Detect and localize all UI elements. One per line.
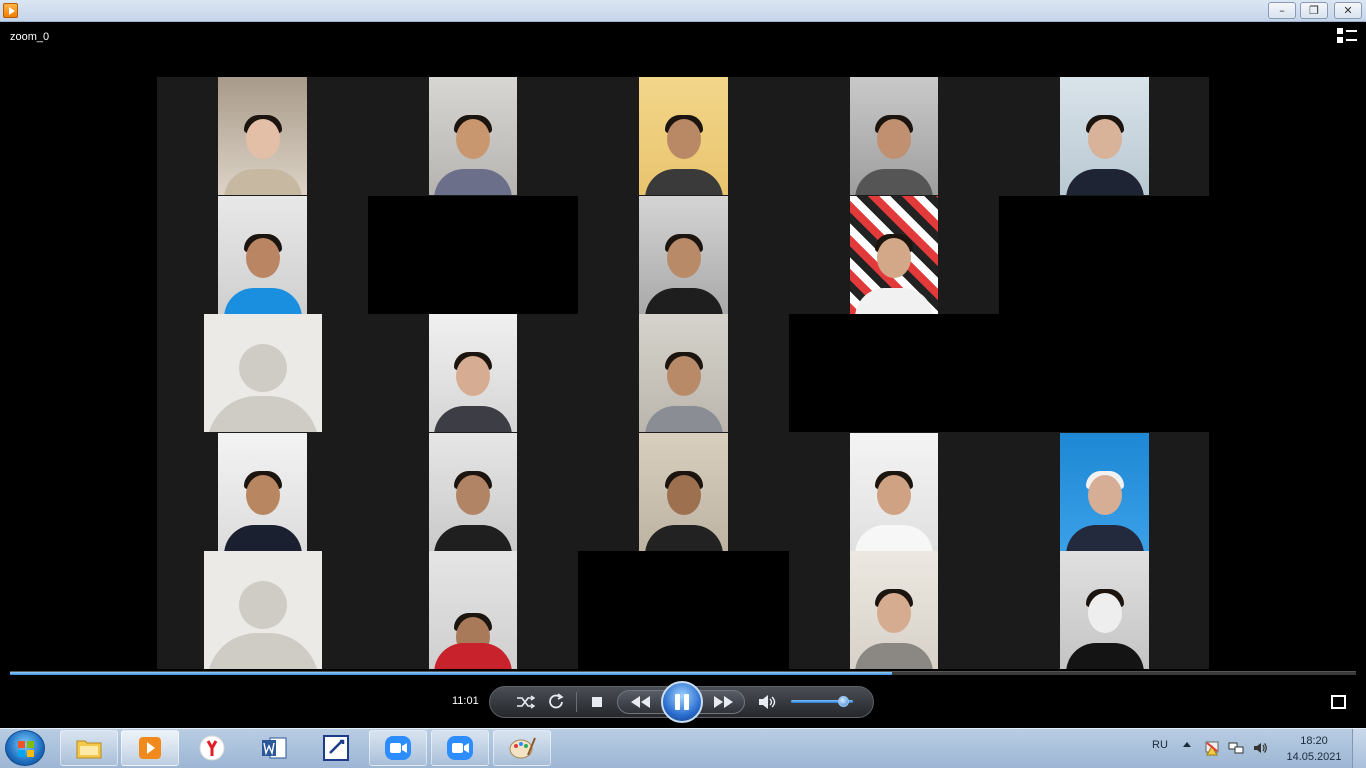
participant-video xyxy=(850,196,938,314)
pause-button[interactable] xyxy=(661,681,703,723)
taskbar-yandex-browser[interactable] xyxy=(183,730,241,766)
participant-video xyxy=(639,77,728,195)
show-hidden-icons-icon[interactable] xyxy=(1183,742,1191,747)
empty-video-area xyxy=(999,196,1209,314)
clock-time: 18:20 xyxy=(1300,735,1328,747)
shuffle-icon[interactable] xyxy=(514,692,536,712)
repeat-icon[interactable] xyxy=(545,692,567,712)
avatar-head xyxy=(239,344,287,392)
participant-video xyxy=(639,314,728,432)
participant-avatar-placeholder xyxy=(204,314,322,432)
fullscreen-icon[interactable] xyxy=(1331,695,1346,709)
media-player-icon xyxy=(3,3,18,18)
paint-palette-icon xyxy=(509,737,536,759)
avatar-head xyxy=(239,581,287,629)
seek-bar-progress xyxy=(10,672,892,675)
taskbar-media-player[interactable] xyxy=(121,730,179,766)
stop-button[interactable] xyxy=(586,692,608,712)
participant-video xyxy=(218,77,307,195)
phone-app-icon xyxy=(323,735,349,761)
fast-forward-button[interactable] xyxy=(711,692,733,712)
folder-icon xyxy=(76,740,102,759)
participant-video xyxy=(850,77,938,195)
avatar-body xyxy=(207,396,319,432)
participant-video xyxy=(1060,433,1149,551)
taskbar-zoom[interactable] xyxy=(369,730,427,766)
pause-icon xyxy=(675,694,680,710)
empty-video-area xyxy=(789,314,1209,432)
participant-video xyxy=(218,433,307,551)
input-language[interactable]: RU xyxy=(1152,739,1168,751)
start-button[interactable] xyxy=(5,730,45,766)
participant-video xyxy=(1060,77,1149,195)
rewind-button[interactable] xyxy=(627,692,650,712)
window-titlebar[interactable]: – ❐ ✕ xyxy=(0,0,1366,22)
current-time: 11:01 xyxy=(452,695,479,707)
taskbar-app-blue[interactable] xyxy=(307,730,365,766)
participant-video xyxy=(639,433,728,551)
empty-video-area xyxy=(578,551,789,669)
action-center-warning-icon[interactable] xyxy=(1204,740,1220,756)
avatar-body xyxy=(207,633,319,669)
seek-bar[interactable] xyxy=(10,671,1356,675)
system-clock[interactable]: 18:20 14.05.2021 xyxy=(1282,733,1346,765)
pause-icon xyxy=(684,694,689,710)
zoom-icon xyxy=(447,736,473,760)
media-player-window: – ❐ ✕ zoom_0 11:01 RU 18:20 14.05.2021 xyxy=(0,0,1366,768)
network-icon[interactable] xyxy=(1228,740,1244,756)
yandex-browser-icon xyxy=(199,735,225,761)
taskbar-file-explorer[interactable] xyxy=(60,730,118,766)
participant-video xyxy=(429,433,517,551)
participant-video xyxy=(850,551,938,669)
participant-video xyxy=(429,314,517,432)
participant-video xyxy=(639,196,728,314)
restore-button[interactable]: ❐ xyxy=(1300,2,1328,19)
control-divider xyxy=(576,692,577,712)
speaker-icon[interactable] xyxy=(1252,740,1268,756)
clock-date: 14.05.2021 xyxy=(1286,751,1342,763)
participant-video xyxy=(850,433,938,551)
volume-slider-thumb[interactable] xyxy=(837,696,849,707)
zoom-icon xyxy=(385,736,411,760)
participant-video xyxy=(218,196,307,314)
show-desktop-button[interactable] xyxy=(1352,729,1366,768)
participant-video xyxy=(429,77,517,195)
volume-icon[interactable] xyxy=(756,692,778,712)
taskbar-paint[interactable] xyxy=(493,730,551,766)
minimize-button[interactable]: – xyxy=(1268,2,1296,19)
empty-video-area xyxy=(368,196,578,314)
participant-video xyxy=(429,551,517,669)
taskbar-microsoft-word[interactable] xyxy=(245,730,303,766)
participant-avatar-placeholder xyxy=(204,551,322,669)
video-title: zoom_0 xyxy=(10,31,50,43)
taskbar-zoom[interactable] xyxy=(431,730,489,766)
media-player-icon xyxy=(139,737,161,759)
close-button[interactable]: ✕ xyxy=(1334,2,1362,19)
participant-video xyxy=(1060,551,1149,669)
word-icon xyxy=(262,737,287,759)
switch-to-library-icon[interactable] xyxy=(1337,28,1357,46)
